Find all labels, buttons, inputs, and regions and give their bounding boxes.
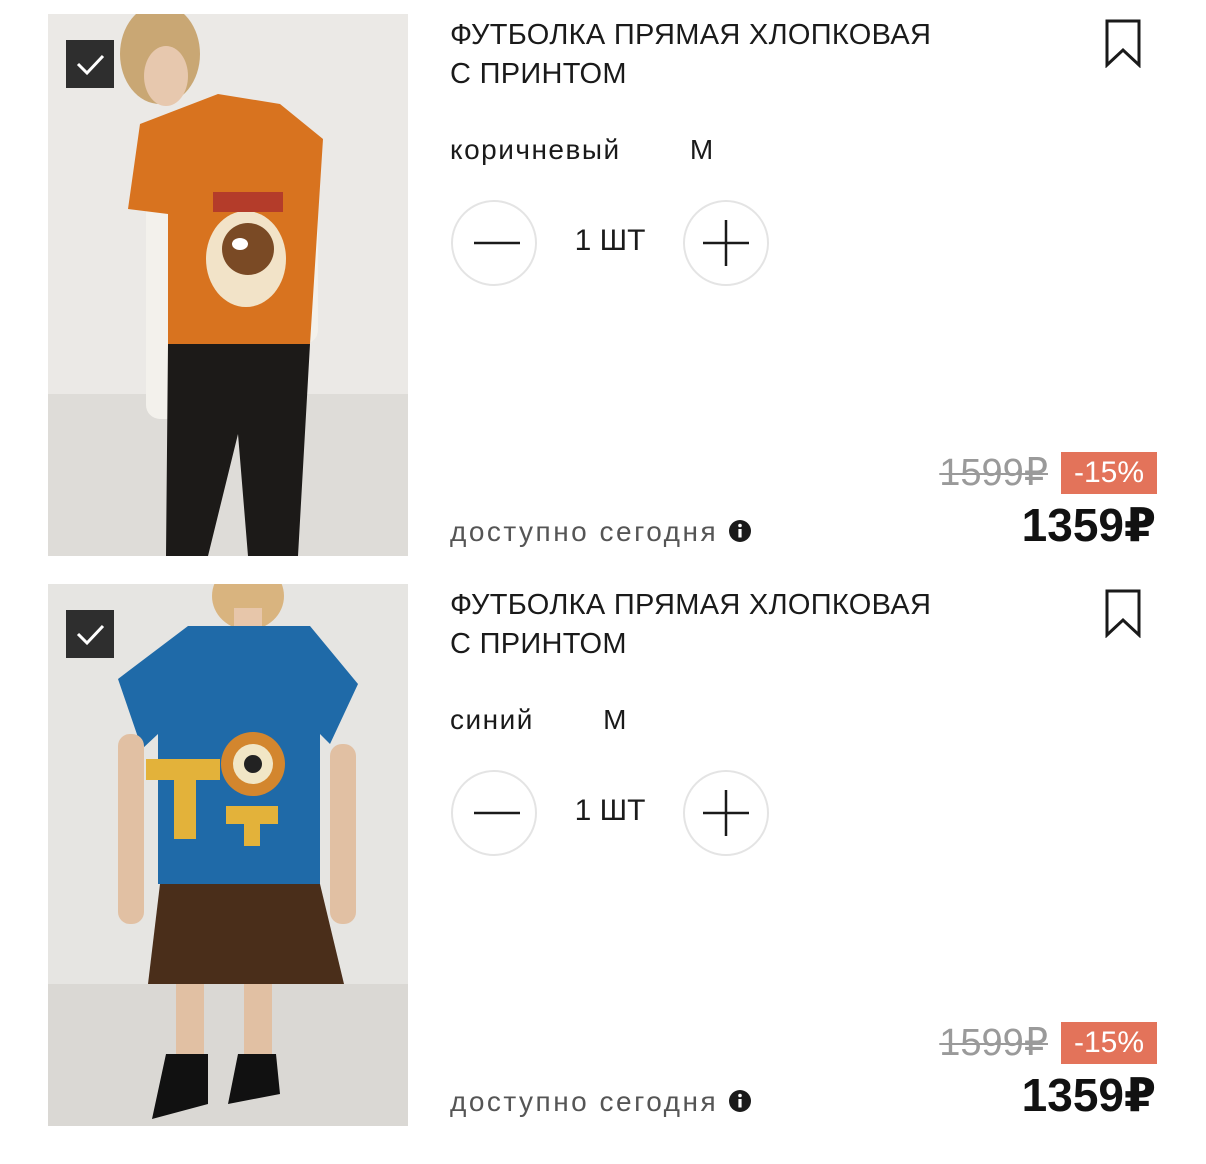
- cart-item: ФУТБОЛКА ПРЯМАЯ ХЛОПКОВАЯ С ПРИНТОМ сини…: [0, 584, 1206, 1154]
- discount-badge: -15%: [1061, 1022, 1157, 1064]
- info-icon[interactable]: [728, 1089, 752, 1113]
- quantity-value: 1 ШТ: [574, 794, 646, 827]
- decrease-quantity-button[interactable]: [451, 200, 537, 286]
- old-price: 1599₽: [939, 452, 1048, 494]
- info-icon[interactable]: [728, 519, 752, 543]
- bookmark-icon: [1105, 589, 1141, 639]
- product-title-line1: ФУТБОЛКА ПРЯМАЯ ХЛОПКОВАЯ: [450, 589, 932, 621]
- product-title[interactable]: ФУТБОЛКА ПРЯМАЯ ХЛОПКОВАЯ С ПРИНТОМ: [450, 586, 1010, 664]
- select-checkbox[interactable]: [66, 40, 114, 88]
- minus-icon: [474, 811, 520, 815]
- increase-quantity-button[interactable]: [683, 770, 769, 856]
- quantity-value: 1 ШТ: [574, 224, 646, 257]
- product-title[interactable]: ФУТБОЛКА ПРЯМАЯ ХЛОПКОВАЯ С ПРИНТОМ: [450, 16, 1010, 94]
- product-photo-image: [48, 14, 408, 556]
- plus-icon: [703, 790, 749, 836]
- product-title-line2: С ПРИНТОМ: [450, 58, 627, 90]
- availability: доступно сегодня: [450, 516, 752, 548]
- bookmark-button[interactable]: [1103, 18, 1143, 69]
- product-photo[interactable]: [48, 584, 408, 1126]
- cart-item: ФУТБОЛКА ПРЯМАЯ ХЛОПКОВАЯ С ПРИНТОМ кори…: [0, 14, 1206, 584]
- product-size: M: [603, 704, 628, 735]
- checkmark-icon: [76, 624, 105, 646]
- product-title-line2: С ПРИНТОМ: [450, 628, 627, 660]
- bookmark-icon: [1105, 19, 1141, 69]
- product-title-line1: ФУТБОЛКА ПРЯМАЯ ХЛОПКОВАЯ: [450, 19, 932, 51]
- product-color: синий: [450, 704, 534, 735]
- discount-badge: -15%: [1061, 452, 1157, 494]
- minus-icon: [474, 241, 520, 245]
- availability-text: доступно сегодня: [450, 1086, 719, 1117]
- product-attributes: синий M: [450, 704, 628, 736]
- bookmark-button[interactable]: [1103, 588, 1143, 639]
- old-price: 1599₽: [939, 1022, 1048, 1064]
- product-color: коричневый: [450, 134, 621, 165]
- increase-quantity-button[interactable]: [683, 200, 769, 286]
- availability-text: доступно сегодня: [450, 516, 719, 547]
- price: 1359₽: [1021, 1069, 1156, 1121]
- product-size: M: [689, 134, 715, 165]
- price: 1359₽: [1021, 499, 1156, 551]
- decrease-quantity-button[interactable]: [451, 770, 537, 856]
- product-photo[interactable]: [48, 14, 408, 556]
- product-attributes: коричневый M: [450, 134, 715, 166]
- plus-icon: [703, 220, 749, 266]
- checkmark-icon: [76, 54, 105, 76]
- availability: доступно сегодня: [450, 1086, 752, 1118]
- product-photo-image: [48, 584, 408, 1126]
- select-checkbox[interactable]: [66, 610, 114, 658]
